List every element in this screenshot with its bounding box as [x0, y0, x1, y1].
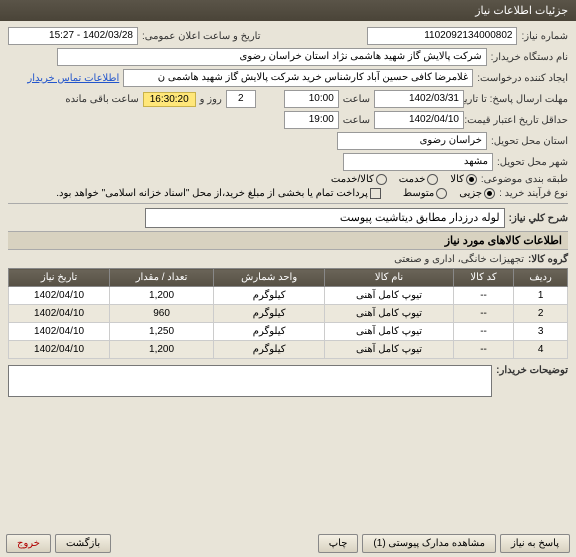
col-header: واحد شمارش: [213, 269, 324, 287]
print-button[interactable]: چاپ: [318, 534, 359, 553]
deadline-date: 1402/03/31: [374, 90, 464, 108]
partial-pay-label: پرداخت تمام یا بخشی از مبلغ خرید،از محل …: [56, 188, 368, 199]
minor-label: جزیی: [459, 188, 482, 199]
radio-minor[interactable]: جزیی: [459, 188, 495, 199]
table-cell: 1: [514, 287, 568, 305]
buyer-notes-field: [8, 365, 492, 397]
table-cell: --: [453, 287, 513, 305]
deadline-label: مهلت ارسال پاسخ: تا تاریخ:: [468, 94, 568, 105]
attachments-button[interactable]: مشاهده مدارک پیوستی (1): [362, 534, 496, 553]
summary-label: شرح کلي نياز:: [509, 213, 568, 224]
remaining-label: ساعت باقی مانده: [65, 94, 138, 105]
table-cell: --: [453, 323, 513, 341]
radio-goods-service[interactable]: کالا/خدمت: [331, 174, 387, 185]
buyer-value: شرکت پالایش گاز شهید هاشمی نژاد استان خر…: [57, 48, 487, 66]
contact-link[interactable]: اطلاعات تماس خریدار: [27, 73, 119, 84]
table-cell: --: [453, 305, 513, 323]
col-header: کد کالا: [453, 269, 513, 287]
items-header: اطلاعات کالاهای مورد نیاز: [8, 231, 568, 250]
table-cell: 1,200: [110, 341, 214, 359]
medium-label: متوسط: [403, 188, 434, 199]
radio-dot-icon: [484, 188, 495, 199]
table-cell: کیلوگرم: [213, 287, 324, 305]
check-partial-pay[interactable]: پرداخت تمام یا بخشی از مبلغ خرید،از محل …: [56, 188, 381, 199]
group-value: تجهیزات خانگی، اداری و صنعتی: [394, 254, 524, 265]
purchase-type-label: نوع فرآیند خرید :: [499, 188, 568, 199]
summary-value: لوله درزدار مطابق دیتاشیت پیوست: [145, 208, 505, 228]
buyer-notes-label: توضیحات خریدار:: [496, 365, 568, 376]
table-row[interactable]: 4--تیوپ کامل آهنیکیلوگرم1,2001402/04/10: [9, 341, 568, 359]
goods-service-label: کالا/خدمت: [331, 174, 374, 185]
table-cell: تیوپ کامل آهنی: [325, 287, 454, 305]
col-header: تاریخ نیاز: [9, 269, 110, 287]
table-cell: کیلوگرم: [213, 341, 324, 359]
table-cell: --: [453, 341, 513, 359]
pub-datetime-value: 1402/03/28 - 15:27: [8, 27, 138, 45]
province-value: خراسان رضوی: [337, 132, 487, 150]
back-button[interactable]: بازگشت: [55, 534, 111, 553]
col-header: تعداد / مقدار: [110, 269, 214, 287]
buyer-label: نام دستگاه خریدار:: [491, 52, 568, 63]
valid-date: 1402/04/10: [374, 111, 464, 129]
radio-dot-icon: [466, 174, 477, 185]
table-cell: 960: [110, 305, 214, 323]
radio-dot-icon: [436, 188, 447, 199]
window-titlebar: جزئیات اطلاعات نیاز: [0, 0, 576, 21]
category-label: طبقه بندی موضوعی:: [481, 174, 568, 185]
group-label: گروه کالا:: [528, 254, 568, 265]
table-cell: کیلوگرم: [213, 305, 324, 323]
col-header: ردیف: [514, 269, 568, 287]
creator-label: ایجاد کننده درخواست:: [477, 73, 568, 84]
pub-datetime-label: تاریخ و ساعت اعلان عمومی:: [142, 31, 261, 42]
deadline-time: 10:00: [284, 90, 339, 108]
creator-value: غلامرضا کافی حسین آباد کارشناس خرید شرکت…: [123, 69, 473, 87]
radio-goods[interactable]: کالا: [450, 174, 477, 185]
need-no-label: شماره نیاز:: [521, 31, 568, 42]
table-row[interactable]: 3--تیوپ کامل آهنیکیلوگرم1,2501402/04/10: [9, 323, 568, 341]
time-label-2: ساعت: [343, 115, 370, 126]
day-and-label: روز و: [200, 94, 222, 105]
time-label-1: ساعت: [343, 94, 370, 105]
table-cell: 1,200: [110, 287, 214, 305]
city-label: شهر محل تحویل:: [497, 157, 568, 168]
table-cell: تیوپ کامل آهنی: [325, 323, 454, 341]
countdown-value: 16:30:20: [143, 92, 196, 107]
city-value: مشهد: [343, 153, 493, 171]
table-cell: تیوپ کامل آهنی: [325, 305, 454, 323]
service-label: خدمت: [399, 174, 426, 185]
table-cell: 2: [514, 305, 568, 323]
table-cell: 1402/04/10: [9, 287, 110, 305]
checkbox-icon: [370, 188, 381, 199]
table-cell: 3: [514, 323, 568, 341]
valid-until-label: حداقل تاریخ اعتبار قیمت: تا تاریخ:: [468, 115, 568, 126]
table-row[interactable]: 2--تیوپ کامل آهنیکیلوگرم9601402/04/10: [9, 305, 568, 323]
table-cell: 1402/04/10: [9, 323, 110, 341]
need-no-value: 1102092134000802: [367, 27, 517, 45]
radio-service[interactable]: خدمت: [399, 174, 439, 185]
table-cell: کیلوگرم: [213, 323, 324, 341]
table-cell: 1,250: [110, 323, 214, 341]
col-header: نام کالا: [325, 269, 454, 287]
goods-label: کالا: [450, 174, 464, 185]
province-label: استان محل تحویل:: [491, 136, 568, 147]
days-value: 2: [226, 90, 256, 108]
table-cell: 1402/04/10: [9, 305, 110, 323]
radio-dot-icon: [376, 174, 387, 185]
valid-time: 19:00: [284, 111, 339, 129]
table-row[interactable]: 1--تیوپ کامل آهنیکیلوگرم1,2001402/04/10: [9, 287, 568, 305]
table-cell: 1402/04/10: [9, 341, 110, 359]
items-table: ردیفکد کالانام کالاواحد شمارشتعداد / مقد…: [8, 268, 568, 359]
table-cell: 4: [514, 341, 568, 359]
table-cell: تیوپ کامل آهنی: [325, 341, 454, 359]
radio-dot-icon: [427, 174, 438, 185]
exit-button[interactable]: خروج: [6, 534, 51, 553]
respond-button[interactable]: پاسخ به نیاز: [500, 534, 570, 553]
radio-medium[interactable]: متوسط: [403, 188, 447, 199]
